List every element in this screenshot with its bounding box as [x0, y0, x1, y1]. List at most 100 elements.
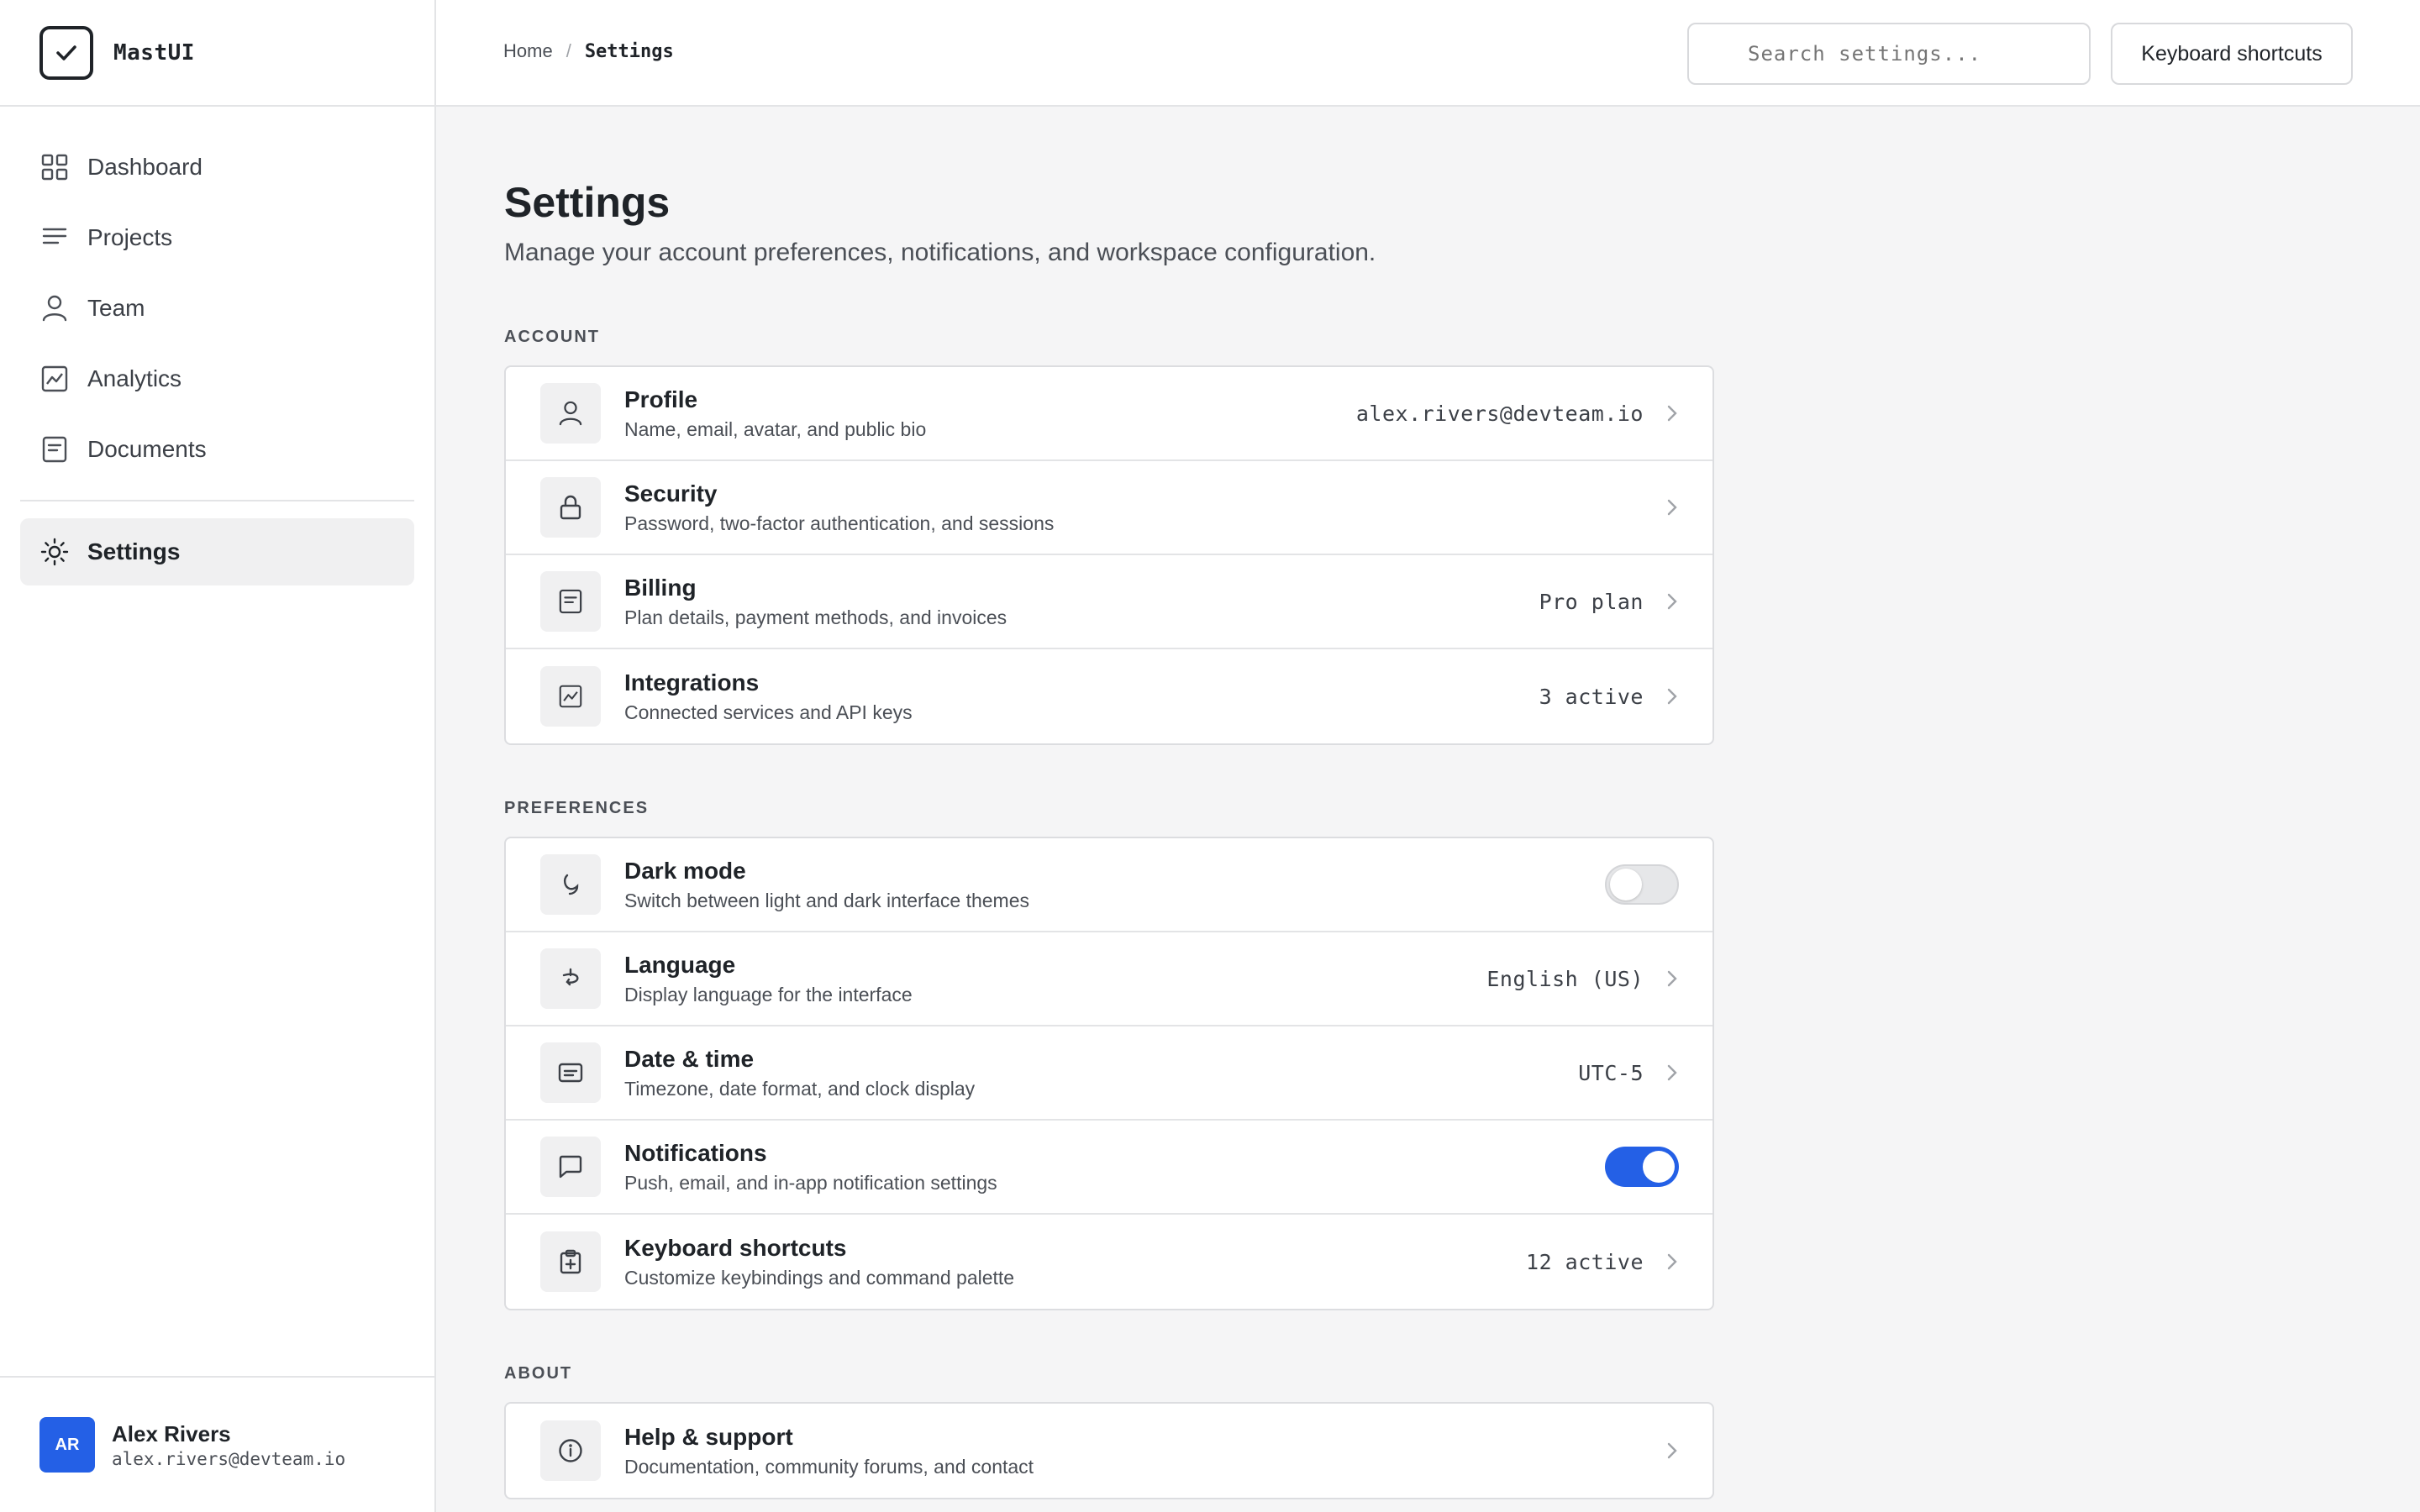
sun-settings-icon	[40, 538, 69, 566]
breadcrumb-separator: /	[566, 40, 571, 61]
row-value: alex.rivers@devteam.io	[1355, 401, 1644, 426]
row-title: Dark mode	[624, 857, 746, 884]
topbar: Home / Settings Keyboard shortcuts	[436, 0, 2420, 107]
user-icon	[40, 294, 69, 323]
chat-bubble-icon	[540, 1137, 601, 1197]
toggle-knob	[1610, 869, 1642, 900]
row-title: Notifications	[624, 1139, 767, 1166]
avatar: AR	[39, 1417, 95, 1473]
row-description: Connected services and API keys	[624, 701, 913, 723]
row-description: Name, email, avatar, and public bio	[624, 417, 927, 440]
row-title: Help & support	[624, 1423, 793, 1450]
sidebar-item-label: Documents	[87, 436, 207, 462]
settings-row-notifications: Notifications Push, email, and in-app no…	[506, 1121, 1712, 1215]
clipboard-plus-icon	[540, 1231, 601, 1292]
dark-mode-toggle[interactable]	[1605, 864, 1679, 905]
section-label-account: Account	[504, 328, 600, 346]
chart-icon	[540, 666, 601, 727]
settings-row-dark-mode: Dark mode Switch between light and dark …	[506, 838, 1712, 932]
brand-name: MastUI	[113, 39, 195, 66]
user-name: Alex Rivers	[112, 1420, 231, 1446]
language-icon	[540, 948, 601, 1009]
chevron-right-icon	[1667, 1442, 1677, 1459]
sidebar: MastUI Dashboard Projects Team Analytics	[0, 0, 436, 1512]
row-description: Customize keybindings and command palett…	[624, 1266, 1015, 1289]
sidebar-item-analytics[interactable]: Analytics	[20, 345, 414, 412]
row-description: Switch between light and dark interface …	[624, 889, 1029, 911]
row-value: 3 active	[1539, 684, 1644, 709]
sidebar-item-projects[interactable]: Projects	[20, 204, 414, 271]
sidebar-item-label: Projects	[87, 224, 173, 250]
chevron-right-icon	[1667, 499, 1677, 516]
sidebar-item-team[interactable]: Team	[20, 275, 414, 342]
settings-row-language[interactable]: Language Display language for the interf…	[506, 932, 1712, 1026]
preferences-card: Dark mode Switch between light and dark …	[504, 837, 1714, 1310]
settings-row-help-support[interactable]: Help & support Documentation, community …	[506, 1404, 1712, 1498]
document-icon	[540, 571, 601, 632]
chevron-right-icon	[1667, 688, 1677, 705]
sidebar-item-label: Analytics	[87, 365, 182, 391]
row-title: Keyboard shortcuts	[624, 1234, 847, 1261]
message-square-icon	[540, 1042, 601, 1103]
notifications-toggle[interactable]	[1605, 1147, 1679, 1187]
grid-icon	[40, 153, 69, 181]
chevron-right-icon	[1667, 405, 1677, 422]
document-icon	[40, 435, 69, 464]
settings-row-keyboard-shortcuts[interactable]: Keyboard shortcuts Customize keybindings…	[506, 1215, 1712, 1309]
about-card: Help & support Documentation, community …	[504, 1402, 1714, 1499]
brand[interactable]: MastUI	[0, 0, 434, 107]
row-title: Security	[624, 480, 718, 507]
sidebar-item-settings[interactable]: Settings	[20, 518, 414, 585]
user-icon	[540, 383, 601, 444]
sidebar-item-dashboard[interactable]: Dashboard	[20, 134, 414, 201]
keyboard-shortcuts-button[interactable]: Keyboard shortcuts	[2111, 23, 2353, 85]
sidebar-item-documents[interactable]: Documents	[20, 416, 414, 483]
settings-row-date-time[interactable]: Date & time Timezone, date format, and c…	[506, 1026, 1712, 1121]
settings-row-integrations[interactable]: Integrations Connected services and API …	[506, 649, 1712, 743]
settings-row-profile[interactable]: Profile Name, email, avatar, and public …	[506, 367, 1712, 461]
row-value: 12 active	[1526, 1249, 1644, 1274]
row-title: Profile	[624, 386, 698, 412]
row-description: Push, email, and in-app notification set…	[624, 1171, 997, 1194]
row-value: Pro plan	[1539, 589, 1644, 614]
row-title: Date & time	[624, 1045, 755, 1072]
row-description: Password, two-factor authentication, and…	[624, 512, 1055, 534]
row-description: Plan details, payment methods, and invoi…	[624, 606, 1007, 628]
chart-icon	[40, 365, 69, 393]
chevron-right-icon	[1667, 970, 1677, 987]
breadcrumb-home[interactable]: Home	[503, 40, 553, 62]
list-icon	[40, 223, 69, 252]
nav-divider	[20, 500, 414, 501]
main-content: Settings Manage your account preferences…	[504, 107, 1714, 1499]
page-title: Settings	[504, 179, 671, 226]
toggle-knob	[1643, 1151, 1675, 1183]
check-logo-icon	[39, 25, 93, 80]
sidebar-nav: Dashboard Projects Team Analytics Docume…	[0, 107, 434, 585]
lock-icon	[540, 477, 601, 538]
row-value: UTC-5	[1578, 1060, 1644, 1085]
row-title: Language	[624, 951, 736, 978]
page-subtitle: Manage your account preferences, notific…	[504, 239, 1376, 266]
search-input[interactable]	[1687, 23, 2091, 85]
breadcrumb: Home / Settings	[503, 40, 674, 62]
chevron-right-icon	[1667, 1064, 1677, 1081]
user-profile[interactable]: AR Alex Rivers alex.rivers@devteam.io	[0, 1376, 434, 1512]
settings-row-billing[interactable]: Billing Plan details, payment methods, a…	[506, 555, 1712, 649]
sidebar-item-label: Settings	[87, 538, 181, 564]
sidebar-item-label: Dashboard	[87, 154, 203, 180]
row-description: Timezone, date format, and clock display	[624, 1077, 976, 1100]
sidebar-item-label: Team	[87, 295, 145, 321]
chevron-right-icon	[1667, 1253, 1677, 1270]
account-card: Profile Name, email, avatar, and public …	[504, 365, 1714, 745]
info-icon	[540, 1420, 601, 1481]
breadcrumb-current: Settings	[584, 40, 674, 62]
row-description: Display language for the interface	[624, 983, 913, 1005]
section-label-about: About	[504, 1364, 573, 1383]
row-description: Documentation, community forums, and con…	[624, 1455, 1034, 1478]
row-title: Integrations	[624, 669, 760, 696]
user-email: alex.rivers@devteam.io	[112, 1448, 346, 1469]
moon-icon	[540, 854, 601, 915]
row-value: English (US)	[1486, 966, 1644, 991]
settings-row-security[interactable]: Security Password, two-factor authentica…	[506, 461, 1712, 555]
chevron-right-icon	[1667, 593, 1677, 610]
